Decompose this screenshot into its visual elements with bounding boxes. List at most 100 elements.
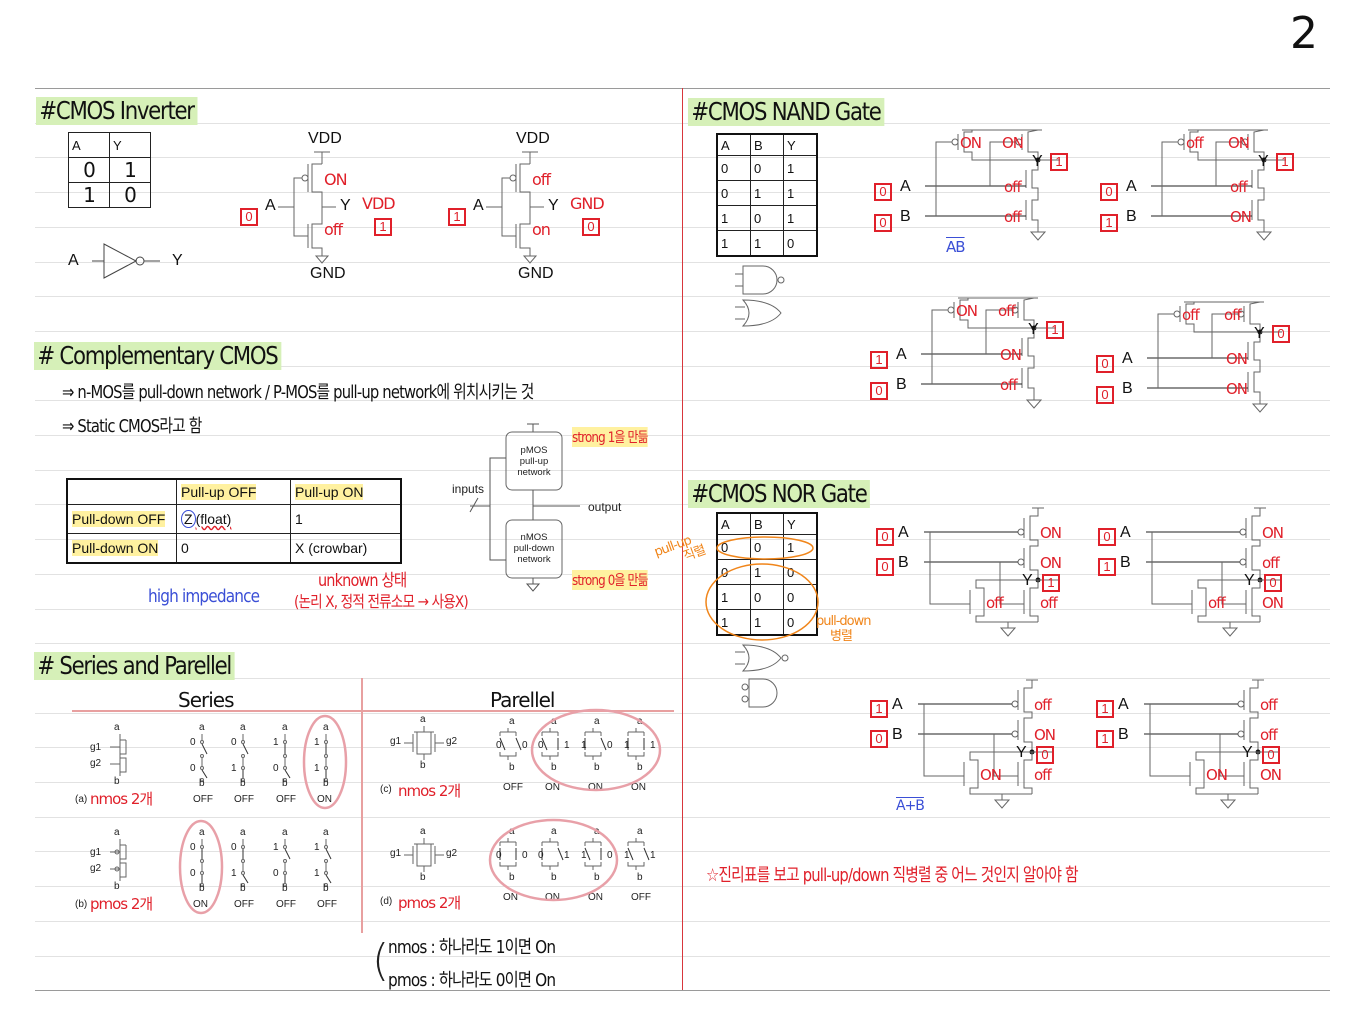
switch-terminal-a: a: [323, 827, 329, 838]
output-y-label: Y: [1028, 321, 1039, 338]
nor-heading: #CMOS NOR Gate: [688, 480, 870, 508]
cell: 1: [783, 155, 818, 181]
output-value-box: 1: [374, 218, 392, 236]
output-y-label: Y: [1242, 744, 1253, 761]
summary-bracket: (: [372, 935, 389, 986]
cell: 0: [109, 182, 151, 208]
summary-pmos: pmos : 하나라도 0이면 On: [388, 970, 556, 991]
circled-on-cases: [178, 819, 224, 915]
note-unknown-detail: (논리 X, 정적 전류소모 → 사용X): [294, 592, 469, 611]
input-a-value: 1: [870, 351, 888, 369]
nor-expression-note: A+B: [896, 798, 925, 814]
pmos-block-label: pMOS pull-up network: [517, 445, 551, 478]
cell: 1: [783, 205, 818, 231]
inverter-symbol: [92, 243, 160, 279]
output-y-label: Y: [1254, 325, 1265, 342]
output-y-label: Y: [1244, 572, 1255, 589]
pmos-a-state: ON: [1262, 524, 1284, 542]
input-a-label: A: [898, 524, 909, 541]
complementary-line-1: ⇒ n-MOS를 pull-down network / P-MOS를 pull…: [62, 382, 534, 403]
vdd-label: VDD: [516, 130, 550, 147]
pmos-b-state: off: [1262, 554, 1280, 572]
input-b-value: 0: [870, 382, 888, 400]
nmos-b-state: ON: [1260, 766, 1282, 784]
input-b-label: B: [1122, 380, 1133, 397]
switch-g1-value: 1: [624, 850, 630, 861]
group-caption: (a): [75, 794, 88, 805]
switch-terminal-a: a: [199, 722, 205, 733]
nmos-b-state: off: [1000, 376, 1018, 394]
group-note: pmos 2개: [90, 895, 153, 913]
output-label: Y: [548, 197, 559, 214]
input-a-value: 0: [874, 183, 892, 201]
nmos-a-state: off: [986, 594, 1004, 612]
nmos-a-state: ON: [980, 766, 1002, 784]
complementary-line-2: ⇒ Static CMOS라고 함: [62, 416, 202, 437]
nand-heading: #CMOS NAND Gate: [688, 98, 884, 126]
switch-terminal-a: a: [637, 826, 643, 837]
gate-g2: g2: [90, 863, 102, 874]
page-number: 2: [1290, 8, 1318, 59]
nmos-state: on: [532, 220, 551, 239]
parallel-label: Parellel: [490, 688, 555, 712]
switch-g2-value: 1: [650, 850, 656, 861]
input-a-label: A: [900, 178, 911, 195]
input-b-value: 0: [870, 730, 888, 748]
switch-g1-value: 1: [273, 737, 279, 748]
output-label: output: [588, 500, 622, 514]
cell: 0: [716, 155, 751, 181]
pmos-state: off: [532, 170, 551, 189]
cell: 1: [716, 230, 751, 257]
input-a-value: 0: [1096, 355, 1114, 373]
input-a-label: A: [1122, 350, 1133, 367]
note-high-impedance: high impedance: [148, 586, 260, 607]
cell: 0: [68, 157, 110, 183]
output-value-box: 0: [582, 218, 600, 236]
switch-series-pair: [283, 734, 291, 782]
input-b-value: 1: [1100, 214, 1118, 232]
switch-series-pair: [241, 734, 249, 782]
switch-series-pair: [200, 734, 208, 782]
input-a-label: A: [1126, 178, 1137, 195]
header-cell: Y: [783, 133, 818, 156]
gate-g1: g1: [90, 847, 102, 858]
header-y: Y: [109, 132, 151, 158]
output-note: GND: [570, 194, 605, 213]
series-parallel-heading: # Series and Parellel: [34, 652, 235, 680]
input-a-value: 0: [876, 528, 894, 546]
terminal-a: a: [114, 722, 120, 733]
note-strong-1: strong 1을 만듦: [572, 427, 649, 447]
switch-series-pair: [241, 839, 249, 887]
nmos-a-state: ON: [1206, 766, 1228, 784]
nmos-b-state: off: [1040, 594, 1058, 612]
cell: 1: [750, 180, 784, 206]
cell: 1: [783, 180, 818, 206]
gnd-label: GND: [310, 265, 346, 282]
nor-nand-gate-symbols: [735, 644, 789, 708]
nor-table-annotations: [705, 536, 819, 641]
circled-on-cases: [488, 818, 619, 902]
parallel-transistor-symbol: [404, 838, 444, 872]
switch-terminal-a: a: [240, 722, 246, 733]
group-note: nmos 2개: [398, 782, 461, 800]
pmos-a-state: off: [1034, 696, 1052, 714]
summary-nmos: nmos : 하나라도 1이면 On: [388, 937, 556, 958]
series-label: Series: [178, 688, 235, 712]
input-b-label: B: [1126, 208, 1137, 225]
pmos-b-state: ON: [1228, 134, 1250, 152]
group-note: pmos 2개: [398, 894, 461, 912]
input-value-box: 0: [240, 208, 258, 226]
input-a-value: 0: [1098, 528, 1116, 546]
switch-parallel-pair: [499, 728, 522, 760]
input-label: A: [473, 197, 484, 214]
table-row: 110: [716, 230, 818, 257]
nmos-a-state: off: [1230, 178, 1248, 196]
switch-state: OFF: [234, 794, 254, 805]
nmos-b-state: ON: [1230, 208, 1252, 226]
output-y-value: 1: [1046, 321, 1064, 339]
nmos-b-state: ON: [1226, 380, 1248, 398]
col-header-pullup-on: Pull-up ON: [295, 484, 364, 500]
gate-g1: g1: [390, 848, 402, 859]
switch-terminal-b: b: [240, 883, 246, 894]
cell-crowbar: X (crowbar): [290, 533, 402, 564]
